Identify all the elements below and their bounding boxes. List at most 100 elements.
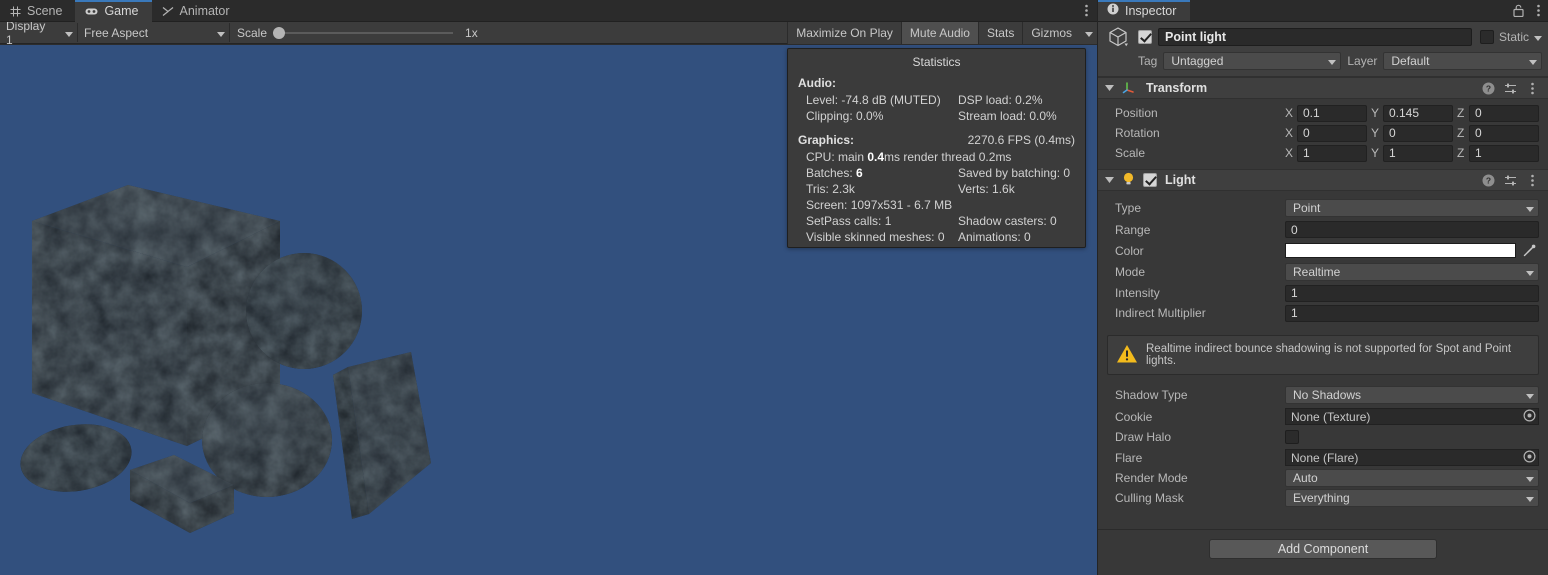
render-mode-dropdown[interactable]: Auto (1285, 469, 1539, 487)
light-range-control: 0 (1285, 221, 1539, 238)
aspect-ratio-dropdown[interactable]: Free Aspect (78, 23, 230, 42)
tag-layer-row: Tag Untagged Layer Default (1104, 52, 1542, 70)
kebab-menu-icon[interactable] (1528, 0, 1548, 21)
transform-scale-row: Scale X 1 Y 1 Z 1 (1107, 143, 1539, 163)
gizmos-label: Gizmos (1031, 25, 1072, 40)
transform-component-header[interactable]: Transform ? (1098, 77, 1548, 99)
lock-icon[interactable] (1508, 0, 1528, 21)
gameobject-name-field[interactable]: Point light (1158, 28, 1472, 46)
gameobject-enabled-checkbox[interactable] (1138, 30, 1152, 44)
scale-y: Y 1 (1371, 144, 1453, 162)
light-indirect-multiplier-field[interactable]: 1 (1285, 304, 1539, 322)
scale-x-field[interactable]: 1 (1297, 144, 1367, 162)
position-x-field[interactable]: 0.1 (1297, 104, 1367, 122)
aspect-ratio-value: Free Aspect (84, 25, 149, 40)
static-checkbox[interactable] (1479, 30, 1494, 44)
light-enabled-checkbox[interactable] (1143, 173, 1157, 187)
chevron-down-icon[interactable] (1103, 85, 1116, 91)
light-intensity-field[interactable]: 1 (1285, 284, 1539, 302)
chevron-down-icon[interactable] (1103, 177, 1116, 183)
light-warning-box: Realtime indirect bounce shadowing is no… (1107, 335, 1539, 375)
skinned-meshes: Visible skinned meshes: 0 (806, 230, 945, 244)
tab-scene-label: Scene (27, 4, 63, 18)
light-range-label: Range (1115, 222, 1151, 237)
rotation-x-field[interactable]: 0 (1297, 124, 1367, 142)
light-color-control (1285, 243, 1539, 258)
eyedropper-icon[interactable] (1519, 244, 1539, 258)
axis-x-label: X (1285, 146, 1294, 160)
scale-z-field[interactable]: 1 (1469, 144, 1539, 162)
light-component-header[interactable]: Light ? (1098, 169, 1548, 191)
kebab-menu-icon[interactable] (1522, 82, 1542, 95)
transform-rotation-row: Rotation X 0 Y 0 Z 0 (1107, 123, 1539, 143)
help-circle-icon[interactable]: ? (1478, 82, 1498, 95)
light-type-dropdown[interactable]: Point (1285, 199, 1539, 217)
light-color-swatch[interactable] (1285, 243, 1516, 258)
light-component-body: Type Point Range 0 Color Mode Realtime I… (1098, 191, 1548, 329)
flare-value: None (Flare) (1291, 450, 1359, 465)
light-indirect-control: 1 (1285, 304, 1539, 322)
tab-inspector[interactable]: Inspector (1098, 0, 1191, 21)
object-picker-icon[interactable] (1523, 408, 1536, 425)
scale-y-field[interactable]: 1 (1383, 144, 1453, 162)
object-picker-icon[interactable] (1523, 449, 1536, 466)
statistics-row: Batches: 6 Saved by batching: 0 (798, 165, 1075, 181)
rotation-vector: X 0 Y 0 Z 0 (1285, 124, 1539, 142)
cpu-readout: CPU: main 0.4ms render thread 0.2ms (806, 149, 1011, 165)
rotation-y-field[interactable]: 0 (1383, 124, 1453, 142)
chevron-down-icon[interactable] (1085, 26, 1093, 40)
draw-halo-checkbox[interactable] (1285, 430, 1299, 444)
warning-triangle-icon (1116, 344, 1138, 367)
cpu-suffix: ms render thread 0.2ms (884, 150, 1012, 164)
kebab-menu-icon[interactable] (1522, 174, 1542, 187)
preset-sliders-icon[interactable] (1500, 174, 1520, 187)
chevron-down-icon[interactable] (1534, 30, 1542, 44)
position-z-field[interactable]: 0 (1469, 104, 1539, 122)
add-component-area: Add Component (1098, 529, 1548, 575)
position-y-field[interactable]: 0.145 (1383, 104, 1453, 122)
tag-value: Untagged (1171, 54, 1224, 68)
transform-header-actions: ? (1478, 82, 1542, 95)
scale-slider-knob[interactable] (273, 26, 286, 39)
light-type-row: Type Point (1107, 197, 1539, 219)
tab-scene[interactable]: Scene (0, 0, 75, 22)
light-mode-control: Realtime (1285, 263, 1539, 281)
chevron-down-icon (1328, 54, 1337, 68)
game-view-toolbar: Display 1 Free Aspect Scale 1x Maximize … (0, 19, 1097, 47)
tab-game[interactable]: Game (75, 0, 152, 22)
maximize-on-play-button[interactable]: Maximize On Play (787, 21, 901, 44)
axis-y-label: Y (1371, 146, 1380, 160)
scale-value: 1x (465, 25, 478, 40)
statistics-panel: Statistics Audio: Level: -74.8 dB (MUTED… (787, 48, 1086, 248)
audio-clipping: Clipping: 0.0% (806, 109, 884, 123)
stats-label: Stats (986, 25, 1015, 40)
tag-label: Tag (1138, 54, 1158, 68)
render-mode-label: Render Mode (1115, 471, 1188, 485)
shadow-type-label: Shadow Type (1115, 387, 1188, 402)
layer-dropdown[interactable]: Default (1383, 52, 1542, 70)
axis-x-label: X (1285, 106, 1294, 120)
stats-button[interactable]: Stats (977, 21, 1023, 44)
scale-slider[interactable] (273, 26, 454, 40)
rotation-z-field[interactable]: 0 (1469, 124, 1539, 142)
display-dropdown[interactable]: Display 1 (0, 19, 78, 47)
culling-mask-control: Everything (1285, 489, 1539, 507)
transform-component-body: Position X 0.1 Y 0.145 Z 0 Rotation X 0 … (1098, 99, 1548, 169)
tag-dropdown[interactable]: Untagged (1163, 52, 1342, 70)
cookie-object-field[interactable]: None (Texture) (1285, 408, 1539, 425)
add-component-button[interactable]: Add Component (1209, 539, 1437, 559)
shadow-type-dropdown[interactable]: No Shadows (1285, 385, 1539, 404)
culling-mask-dropdown[interactable]: Everything (1285, 489, 1539, 507)
light-range-field[interactable]: 0 (1285, 221, 1539, 238)
game-view-menu-icon[interactable] (1075, 0, 1097, 21)
tab-animator[interactable]: Animator (152, 0, 243, 22)
scale-control: Scale 1x (230, 22, 478, 44)
light-mode-dropdown[interactable]: Realtime (1285, 263, 1539, 281)
help-circle-icon[interactable]: ? (1478, 174, 1498, 187)
preset-sliders-icon[interactable] (1500, 82, 1520, 95)
gizmos-button[interactable]: Gizmos (1022, 21, 1097, 44)
saved-by-batching: Saved by batching: 0 (958, 166, 1071, 180)
flare-object-field[interactable]: None (Flare) (1285, 449, 1539, 466)
mute-audio-button[interactable]: Mute Audio (900, 21, 978, 44)
scale-label: Scale (237, 25, 268, 40)
